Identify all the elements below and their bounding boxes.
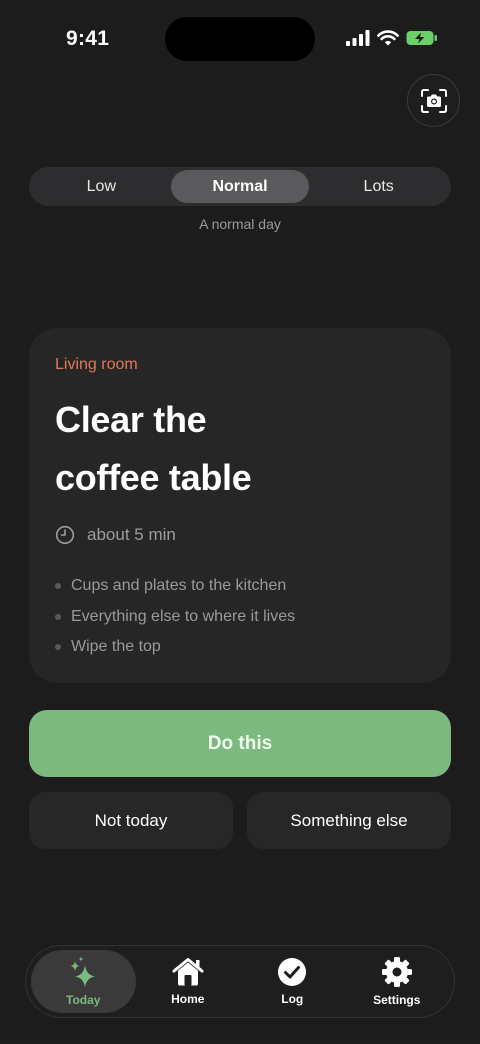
tab-label: Home (171, 992, 205, 1006)
status-bar: 9:41 (0, 0, 480, 80)
effort-option-lots[interactable]: Lots (309, 170, 448, 203)
house-icon (172, 958, 204, 986)
task-step: Wipe the top (55, 632, 425, 663)
camera-scan-button[interactable] (407, 74, 460, 127)
status-icons (346, 30, 438, 46)
tab-log[interactable]: Log (240, 950, 345, 1013)
tab-label: Log (281, 992, 304, 1006)
tab-settings[interactable]: Settings (345, 950, 450, 1013)
checkmark-circle-icon (278, 958, 307, 986)
bullet-dot (55, 613, 61, 620)
task-title-line-2: coffee table (55, 457, 252, 498)
task-duration-label: about 5 min (87, 525, 176, 544)
battery-charging-icon (406, 31, 437, 45)
task-step-text: Wipe the top (71, 638, 161, 656)
task-title-line-1: Clear the (55, 399, 207, 440)
effort-option-low[interactable]: Low (32, 170, 171, 203)
task-step: Everything else to where it lives (55, 602, 425, 633)
task-card: Living room Clear the coffee table about… (29, 328, 451, 683)
task-step-text: Everything else to where it lives (71, 607, 296, 625)
gear-icon (381, 957, 412, 987)
effort-caption: A normal day (199, 216, 281, 232)
camera-scan-icon (420, 88, 447, 113)
task-room-label: Living room (55, 356, 138, 373)
tab-today[interactable]: Today (31, 950, 136, 1013)
sparkles-icon (70, 956, 96, 988)
tab-bar: Today Home Log Settings (25, 945, 455, 1018)
secondary-actions: Not today Something else (29, 792, 451, 849)
wifi-icon (377, 30, 399, 46)
task-duration: about 5 min (55, 525, 425, 545)
tab-label: Today (66, 993, 101, 1007)
dynamic-island (165, 17, 315, 61)
task-title: Clear the coffee table (55, 391, 425, 507)
tab-label: Settings (373, 993, 421, 1007)
task-steps-list: Cups and plates to the kitchen Everythin… (55, 571, 425, 663)
effort-option-normal[interactable]: Normal (170, 170, 310, 203)
task-step: Cups and plates to the kitchen (55, 571, 425, 602)
status-time: 9:41 (66, 27, 110, 50)
tab-home[interactable]: Home (136, 950, 241, 1013)
bullet-dot (55, 644, 61, 651)
effort-segmented-control: Low Normal Lots (29, 167, 451, 206)
clock-icon (55, 525, 75, 545)
bullet-dot (55, 583, 61, 590)
cellular-signal-icon (346, 30, 370, 46)
task-step-text: Cups and plates to the kitchen (71, 577, 287, 595)
something-else-button[interactable]: Something else (247, 792, 451, 849)
do-this-button[interactable]: Do this (29, 710, 451, 777)
not-today-button[interactable]: Not today (29, 792, 233, 849)
